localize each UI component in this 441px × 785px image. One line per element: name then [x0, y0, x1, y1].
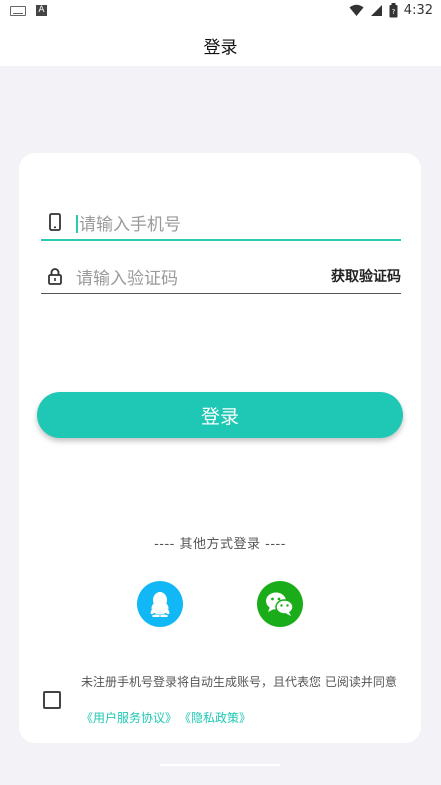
keyboard-icon [10, 5, 26, 16]
phone-field[interactable]: 请输入手机号 [41, 205, 401, 241]
battery-icon: ? [389, 3, 398, 18]
home-indicator [160, 764, 280, 766]
status-time: 4:32 [403, 3, 433, 18]
notification-a-icon: A [36, 5, 47, 16]
qq-icon [150, 592, 170, 617]
svg-text:?: ? [391, 8, 395, 16]
login-card: 请输入手机号 请输入验证码 获取验证码 登录 ---- 其他方式登录 ---- [19, 153, 421, 743]
agree-checkbox[interactable] [43, 691, 61, 709]
code-field[interactable]: 请输入验证码 获取验证码 [41, 259, 401, 294]
get-code-button[interactable]: 获取验证码 [331, 266, 401, 286]
wechat-icon [266, 592, 294, 616]
code-input[interactable]: 请输入验证码 [76, 264, 331, 289]
qq-login-button[interactable] [137, 581, 183, 627]
signal-icon [370, 5, 382, 16]
agreement-text: 未注册手机号登录将自动生成账号，且代表您 已阅读并同意 [81, 675, 397, 689]
agreement-links: 《用户服务协议》 《隐私政策》 [81, 709, 251, 726]
title-bar: 登录 [0, 24, 441, 66]
other-login-label: ---- 其他方式登录 ---- [154, 537, 286, 552]
page-title: 登录 [203, 37, 238, 58]
phone-icon [44, 213, 66, 231]
text-caret [76, 214, 78, 233]
login-button[interactable]: 登录 [37, 392, 403, 438]
privacy-policy-link[interactable]: 《隐私政策》 [185, 711, 251, 725]
status-bar: A ? 4:32 [0, 0, 441, 24]
wifi-icon [349, 4, 364, 16]
lock-icon [44, 267, 66, 285]
wechat-login-button[interactable] [257, 581, 303, 627]
user-agreement-link[interactable]: 《用户服务协议》 [81, 711, 177, 725]
phone-input[interactable]: 请输入手机号 [79, 215, 181, 235]
